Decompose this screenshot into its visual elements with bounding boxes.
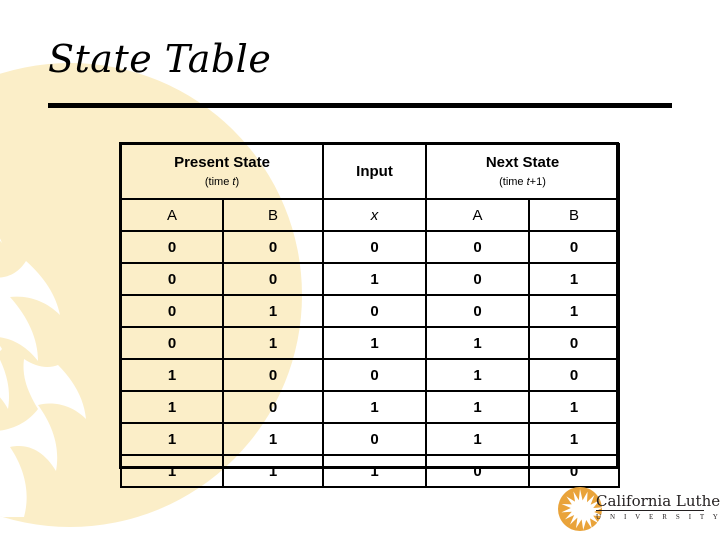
table-cell: 0: [527, 326, 621, 360]
logo-name: California Lutheran: [596, 492, 720, 511]
table-cell: 0: [120, 262, 224, 296]
table-cell: 0: [527, 230, 621, 264]
table-cell: 0: [425, 454, 530, 488]
table-cell: 1: [322, 326, 427, 360]
group-header-next-state: Next State (time t+1): [424, 143, 621, 200]
group-header-input: Input: [322, 143, 427, 200]
table-cell: 1: [425, 358, 530, 392]
table-row: 00101: [120, 262, 621, 296]
group-header-subtitle: (time t+1): [427, 176, 618, 189]
column-header-2: x: [322, 198, 427, 232]
group-header-label: Input: [356, 162, 393, 180]
table-cell: 1: [120, 454, 224, 488]
table-cell: 1: [425, 326, 530, 360]
table-cell: 0: [322, 422, 427, 456]
table-cell: 0: [120, 294, 224, 328]
table-column-header-row: ABxAB: [120, 198, 621, 232]
table-row: 11100: [120, 454, 621, 488]
column-header-3: A: [425, 198, 530, 232]
column-header-4: B: [527, 198, 621, 232]
column-header-0: A: [120, 198, 224, 232]
subtitle-suffix: +1): [529, 176, 546, 189]
table-cell: 1: [527, 422, 621, 456]
table-cell: 1: [425, 422, 530, 456]
table-cell: 0: [222, 262, 324, 296]
table-cell: 1: [222, 326, 324, 360]
logo: California Lutheran U N I V E R S I T Y: [556, 485, 720, 533]
table-group-header-row: Present State (time t) Input Next State …: [120, 143, 621, 200]
table-row: 10010: [120, 358, 621, 392]
page-title: State Table: [48, 37, 272, 81]
table-cell: 1: [120, 422, 224, 456]
subtitle-suffix: ): [235, 176, 240, 189]
table-cell: 1: [527, 294, 621, 328]
table-row: 11011: [120, 422, 621, 456]
table-cell: 1: [222, 294, 324, 328]
table-cell: 0: [222, 358, 324, 392]
table-cell: 0: [527, 454, 621, 488]
logo-university: U N I V E R S I T Y: [596, 513, 720, 521]
table-cell: 1: [322, 262, 427, 296]
table-row: 01001: [120, 294, 621, 328]
table-cell: 0: [222, 230, 324, 264]
title-divider: [48, 103, 672, 108]
group-header-label: Present State: [174, 154, 270, 172]
table-cell: 0: [527, 358, 621, 392]
table-cell: 0: [425, 230, 530, 264]
table-cell: 1: [222, 422, 324, 456]
table-cell: 1: [120, 390, 224, 424]
state-table: Present State (time t) Input Next State …: [120, 143, 621, 488]
slide-canvas: State Table Present State (time t) Input…: [0, 0, 720, 540]
table-row: 10111: [120, 390, 621, 424]
table-cell: 0: [425, 262, 530, 296]
subtitle-prefix: (time: [204, 176, 233, 189]
table-row: 01110: [120, 326, 621, 360]
table-cell: 1: [425, 390, 530, 424]
subtitle-prefix: (time: [499, 176, 527, 189]
group-header-subtitle: (time t): [122, 176, 322, 189]
table-cell: 0: [322, 294, 427, 328]
group-header-label: Next State: [485, 154, 560, 172]
column-header-1: B: [222, 198, 324, 232]
table-cell: 1: [322, 390, 427, 424]
table-row: 00000: [120, 230, 621, 264]
table-cell: 0: [120, 230, 224, 264]
table-body: 0000000101010010111010010101111101111100: [120, 230, 621, 488]
group-header-present-state: Present State (time t): [120, 143, 324, 200]
table-cell: 1: [527, 390, 621, 424]
table-cell: 0: [322, 358, 427, 392]
table-cell: 1: [527, 262, 621, 296]
table-cell: 1: [222, 454, 324, 488]
table-cell: 1: [120, 358, 224, 392]
table-cell: 0: [322, 230, 427, 264]
table-cell: 0: [222, 390, 324, 424]
logo-text: California Lutheran U N I V E R S I T Y: [596, 492, 720, 521]
table-cell: 0: [425, 294, 530, 328]
table-cell: 0: [120, 326, 224, 360]
table-cell: 1: [322, 454, 427, 488]
